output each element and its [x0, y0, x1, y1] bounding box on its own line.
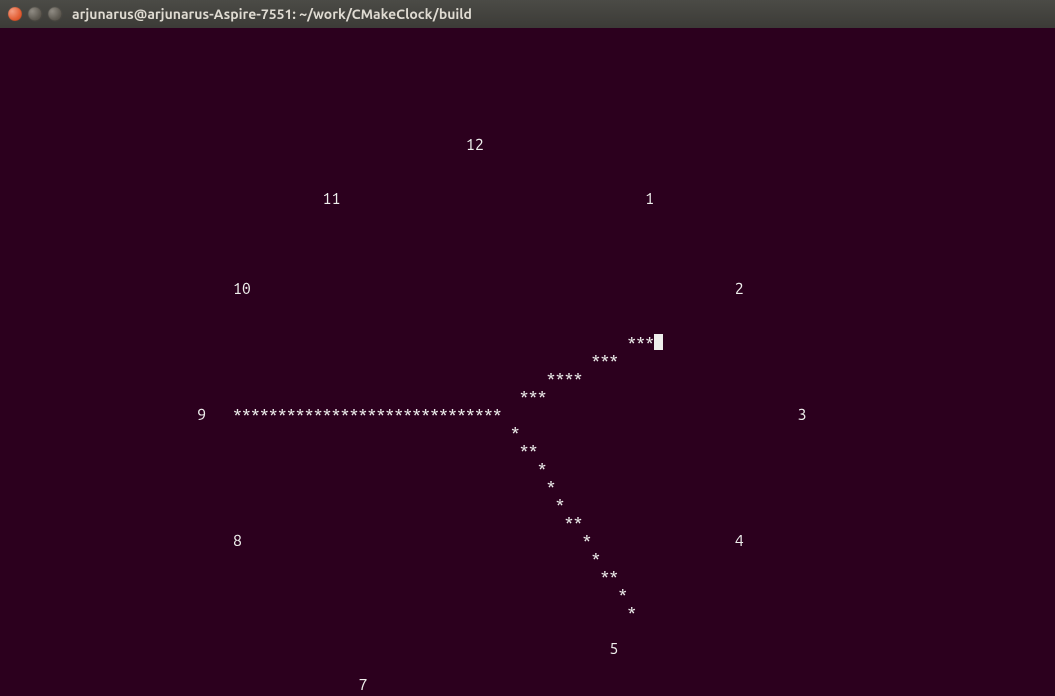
maximize-icon[interactable]	[48, 7, 62, 21]
close-icon[interactable]	[8, 7, 22, 21]
titlebar[interactable]: arjunarus@arjunarus-Aspire-7551: ~/work/…	[0, 0, 1055, 28]
ascii-clock: 12 11 1 10 2	[0, 64, 1055, 696]
window-buttons	[8, 7, 62, 21]
window-title: arjunarus@arjunarus-Aspire-7551: ~/work/…	[72, 6, 472, 22]
terminal-window: arjunarus@arjunarus-Aspire-7551: ~/work/…	[0, 0, 1055, 696]
terminal-output[interactable]: 12 11 1 10 2	[0, 28, 1055, 696]
terminal-cursor	[654, 334, 663, 350]
minimize-icon[interactable]	[28, 7, 42, 21]
